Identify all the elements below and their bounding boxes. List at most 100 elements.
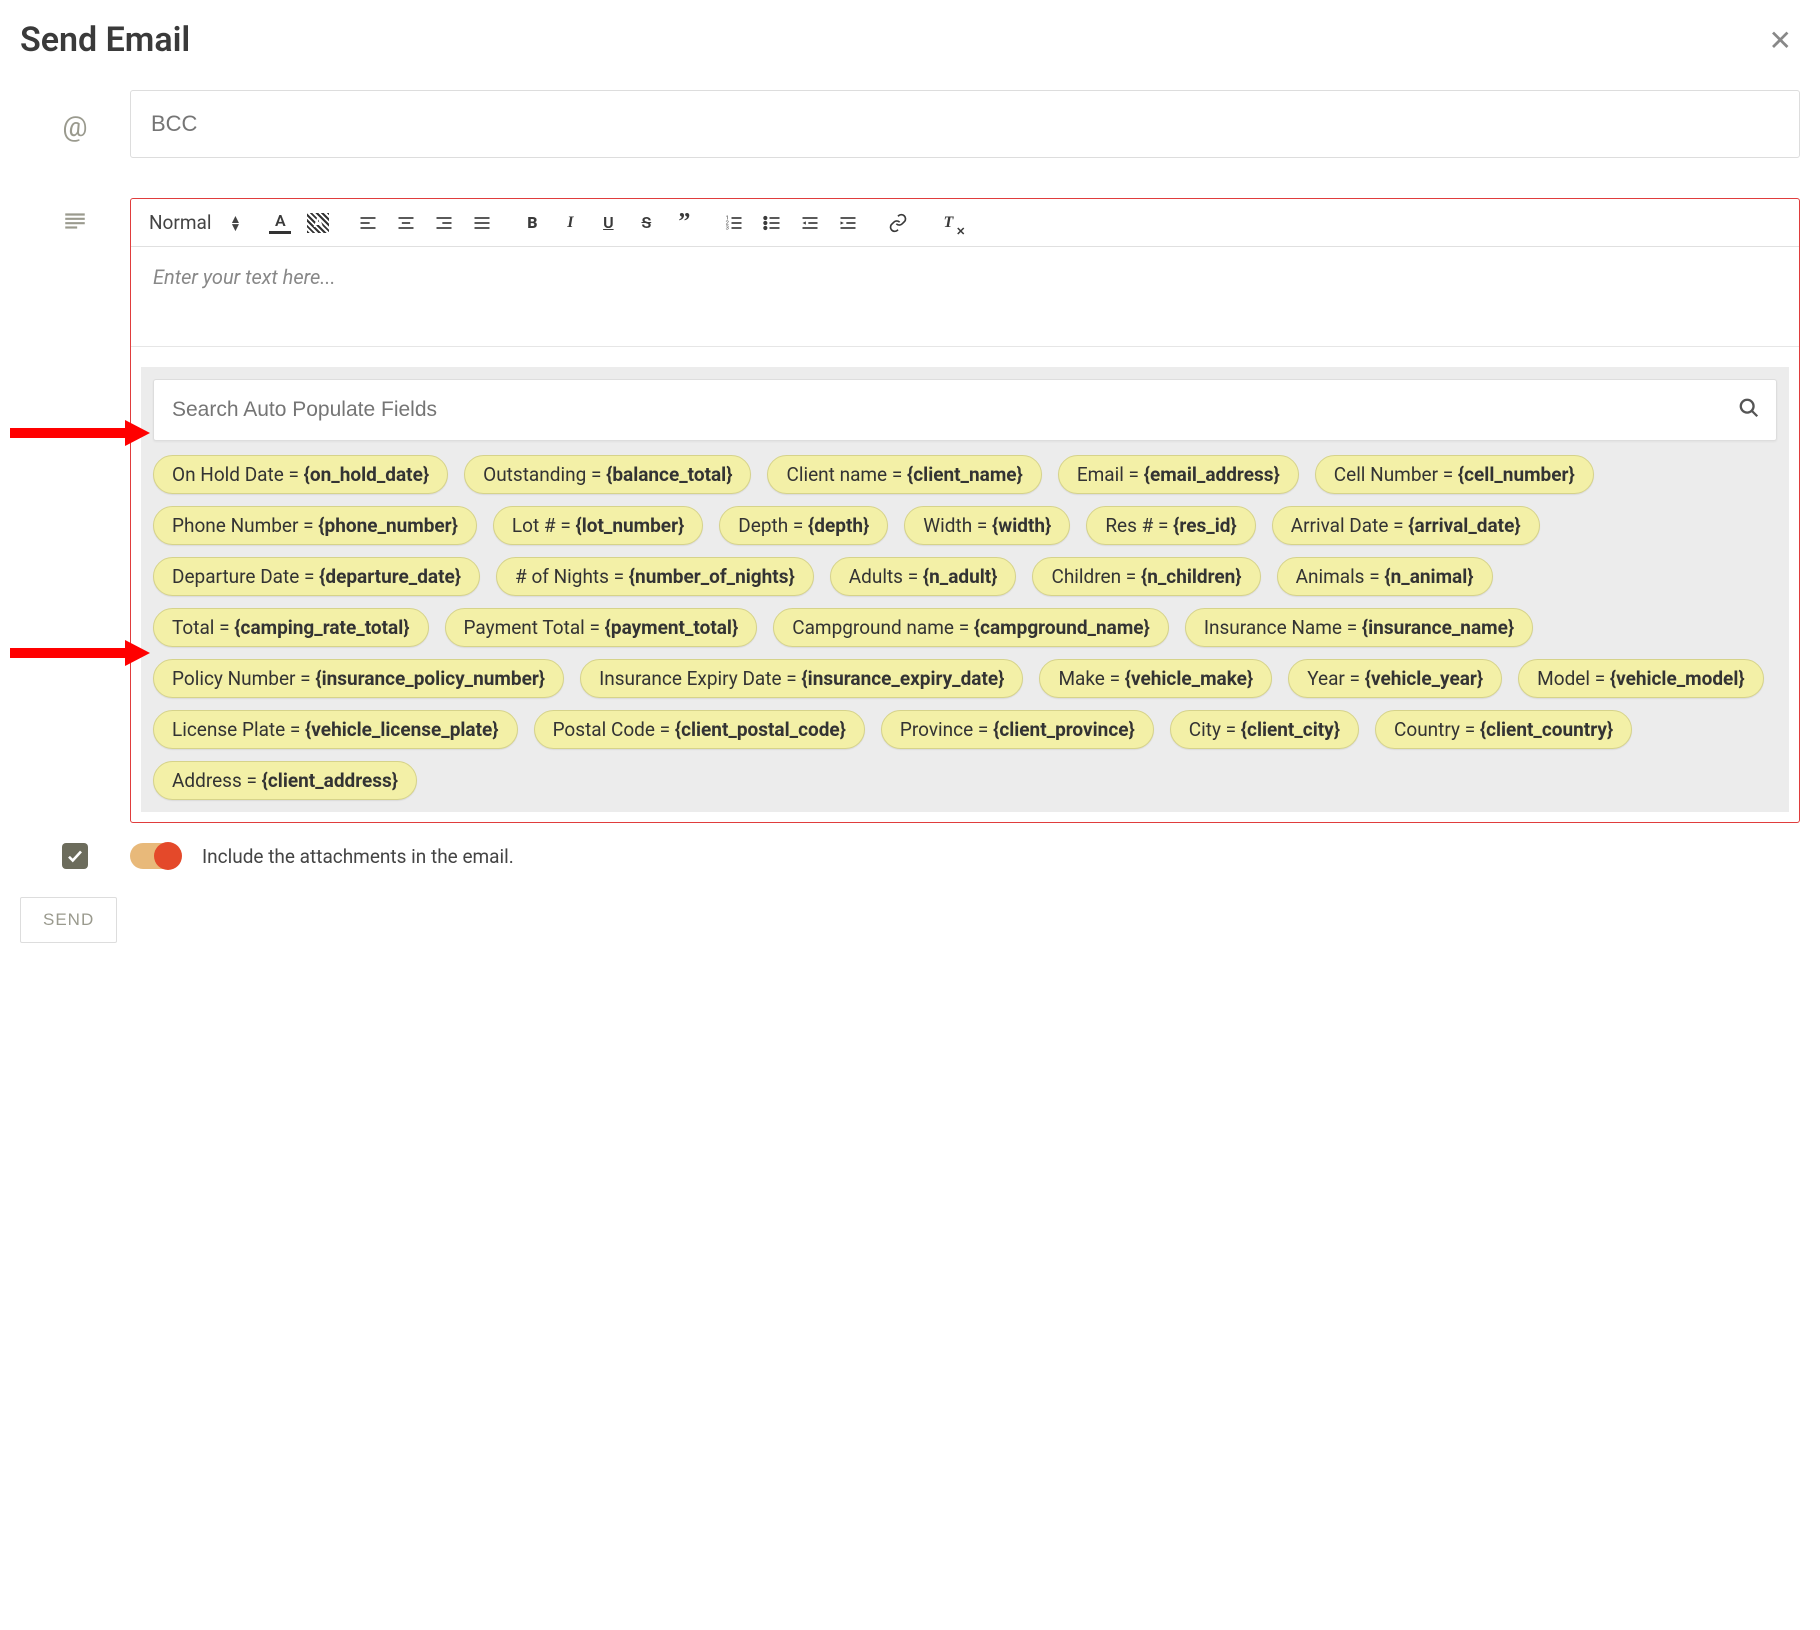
page-title: Send Email bbox=[20, 20, 190, 60]
heading-select[interactable]: Normal ▲▼ bbox=[149, 211, 241, 234]
strikethrough-icon[interactable]: S bbox=[635, 212, 657, 234]
field-pill[interactable]: Policy Number = {insurance_policy_number… bbox=[153, 659, 564, 698]
pill-var: {vehicle_make} bbox=[1125, 667, 1253, 690]
bold-icon[interactable]: B bbox=[521, 212, 543, 234]
pill-label: Adults = bbox=[849, 565, 923, 588]
field-pill[interactable]: Make = {vehicle_make} bbox=[1039, 659, 1272, 698]
pill-label: Model = bbox=[1537, 667, 1610, 690]
search-icon[interactable] bbox=[1738, 397, 1760, 423]
field-pill[interactable]: Payment Total = {payment_total} bbox=[445, 608, 758, 647]
field-pill[interactable]: Children = {n_children} bbox=[1032, 557, 1260, 596]
field-pill[interactable]: Email = {email_address} bbox=[1058, 455, 1299, 494]
field-pill[interactable]: Insurance Expiry Date = {insurance_expir… bbox=[580, 659, 1023, 698]
field-pill[interactable]: License Plate = {vehicle_license_plate} bbox=[153, 710, 518, 749]
pill-var: {cell_number} bbox=[1458, 463, 1575, 486]
highlight-icon[interactable]: A bbox=[307, 213, 329, 233]
clear-format-icon[interactable]: T✕ bbox=[937, 212, 959, 234]
field-pill[interactable]: Phone Number = {phone_number} bbox=[153, 506, 477, 545]
pill-var: {n_adult} bbox=[923, 565, 998, 588]
field-pill[interactable]: Model = {vehicle_model} bbox=[1518, 659, 1763, 698]
indent-icon[interactable] bbox=[837, 212, 859, 234]
pill-var: {width} bbox=[992, 514, 1051, 537]
annotation-arrow-icon bbox=[10, 638, 150, 658]
pill-label: City = bbox=[1189, 718, 1241, 741]
pill-label: Country = bbox=[1394, 718, 1480, 741]
underline-icon[interactable]: U bbox=[597, 212, 619, 234]
bcc-input[interactable] bbox=[130, 90, 1800, 158]
field-pill[interactable]: City = {client_city} bbox=[1170, 710, 1359, 749]
editor-textarea[interactable]: Enter your text here... bbox=[131, 247, 1799, 347]
pill-var: {insurance_name} bbox=[1362, 616, 1514, 639]
attachments-toggle[interactable] bbox=[130, 843, 180, 869]
at-icon: @ bbox=[20, 90, 130, 143]
send-button[interactable]: SEND bbox=[20, 897, 117, 943]
pill-label: Depth = bbox=[738, 514, 808, 537]
italic-icon[interactable]: I bbox=[559, 212, 581, 234]
text-block-icon bbox=[20, 198, 130, 234]
attachments-checkbox[interactable] bbox=[62, 843, 88, 869]
field-pill[interactable]: Res # = {res_id} bbox=[1086, 506, 1255, 545]
pill-var: {email_address} bbox=[1144, 463, 1280, 486]
field-pill[interactable]: Lot # = {lot_number} bbox=[493, 506, 703, 545]
pill-label: # of Nights = bbox=[515, 565, 629, 588]
pill-label: Payment Total = bbox=[464, 616, 605, 639]
unordered-list-icon[interactable] bbox=[761, 212, 783, 234]
pill-var: {lot_number} bbox=[575, 514, 684, 537]
field-pill[interactable]: Client name = {client_name} bbox=[767, 455, 1041, 494]
pill-var: {n_children} bbox=[1141, 565, 1242, 588]
field-pill[interactable]: Cell Number = {cell_number} bbox=[1315, 455, 1594, 494]
field-pill[interactable]: Total = {camping_rate_total} bbox=[153, 608, 429, 647]
field-pill[interactable]: Width = {width} bbox=[904, 506, 1070, 545]
pill-label: Email = bbox=[1077, 463, 1144, 486]
pill-var: {n_animal} bbox=[1384, 565, 1473, 588]
svg-text:3: 3 bbox=[726, 225, 729, 231]
pill-var: {balance_total} bbox=[606, 463, 732, 486]
align-center-icon[interactable] bbox=[395, 212, 417, 234]
field-pill[interactable]: Departure Date = {departure_date} bbox=[153, 557, 480, 596]
field-pill[interactable]: Country = {client_country} bbox=[1375, 710, 1632, 749]
pill-label: On Hold Date = bbox=[172, 463, 304, 486]
pill-label: Animals = bbox=[1296, 565, 1385, 588]
field-pill[interactable]: Postal Code = {client_postal_code} bbox=[534, 710, 865, 749]
pill-label: Postal Code = bbox=[553, 718, 675, 741]
field-pill[interactable]: Outstanding = {balance_total} bbox=[464, 455, 751, 494]
blockquote-icon[interactable]: ” bbox=[673, 212, 695, 234]
pill-label: Phone Number = bbox=[172, 514, 318, 537]
outdent-icon[interactable] bbox=[799, 212, 821, 234]
pill-label: Total = bbox=[172, 616, 234, 639]
annotation-arrow-icon bbox=[10, 418, 150, 438]
pill-var: {vehicle_model} bbox=[1610, 667, 1745, 690]
pill-label: Year = bbox=[1307, 667, 1365, 690]
field-pill[interactable]: # of Nights = {number_of_nights} bbox=[496, 557, 814, 596]
field-pill[interactable]: On Hold Date = {on_hold_date} bbox=[153, 455, 448, 494]
pill-label: Res # = bbox=[1105, 514, 1173, 537]
field-pill[interactable]: Insurance Name = {insurance_name} bbox=[1185, 608, 1533, 647]
close-icon[interactable]: ✕ bbox=[1761, 24, 1800, 57]
field-pill[interactable]: Depth = {depth} bbox=[719, 506, 888, 545]
pill-var: {on_hold_date} bbox=[304, 463, 429, 486]
pill-var: {payment_total} bbox=[605, 616, 739, 639]
font-color-icon[interactable]: A bbox=[269, 212, 291, 234]
ordered-list-icon[interactable]: 123 bbox=[723, 212, 745, 234]
field-pill[interactable]: Adults = {n_adult} bbox=[830, 557, 1017, 596]
pill-var: {phone_number} bbox=[318, 514, 458, 537]
field-pill[interactable]: Year = {vehicle_year} bbox=[1288, 659, 1502, 698]
pill-var: {number_of_nights} bbox=[629, 565, 795, 588]
align-left-icon[interactable] bbox=[357, 212, 379, 234]
field-pill[interactable]: Campground name = {campground_name} bbox=[773, 608, 1169, 647]
field-pill[interactable]: Arrival Date = {arrival_date} bbox=[1272, 506, 1540, 545]
link-icon[interactable] bbox=[887, 212, 909, 234]
pill-var: {client_address} bbox=[262, 769, 398, 792]
align-right-icon[interactable] bbox=[433, 212, 455, 234]
field-pill[interactable]: Province = {client_province} bbox=[881, 710, 1154, 749]
field-pill[interactable]: Animals = {n_animal} bbox=[1277, 557, 1493, 596]
pill-label: License Plate = bbox=[172, 718, 305, 741]
align-justify-icon[interactable] bbox=[471, 212, 493, 234]
pill-label: Cell Number = bbox=[1334, 463, 1458, 486]
pill-label: Campground name = bbox=[792, 616, 974, 639]
search-input[interactable] bbox=[154, 380, 1776, 440]
pill-var: {client_country} bbox=[1480, 718, 1613, 741]
pill-var: {client_name} bbox=[907, 463, 1023, 486]
field-pill[interactable]: Address = {client_address} bbox=[153, 761, 417, 800]
heading-label: Normal bbox=[149, 211, 211, 234]
